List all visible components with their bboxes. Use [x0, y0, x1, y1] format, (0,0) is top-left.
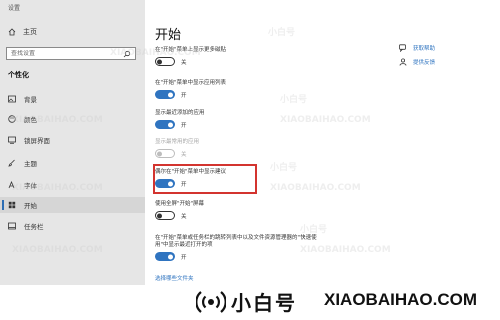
get-help-label: 获取帮助: [413, 46, 436, 52]
toggle-state-label: 开: [181, 181, 187, 188]
search-input[interactable]: [11, 50, 111, 57]
app-list-toggle[interactable]: [155, 90, 175, 99]
sidebar-item-taskbar[interactable]: 任务栏: [0, 218, 145, 234]
toggle-state-label: 开: [181, 92, 187, 99]
setting-description: 使用全屏"开始"屏幕: [155, 201, 205, 207]
brush-icon: [8, 159, 16, 167]
settings-main: 开始 在"开始"菜单上显示更多磁贴 关 在"开始"菜单中显示应用列表 开 显示最…: [145, 0, 500, 285]
toggle-knob: [157, 59, 162, 64]
more-tiles-toggle[interactable]: [155, 57, 175, 66]
setting-app-list: 在"开始"菜单中显示应用列表 开: [155, 80, 226, 99]
setting-recent-items: 在"开始"菜单或任务栏的跳转列表中以及文件资源管理器的"快速使 用"中显示最近打…: [155, 235, 317, 261]
sidebar-home-label: 主页: [23, 28, 37, 36]
recent-apps-toggle[interactable]: [155, 120, 175, 129]
image-icon: [8, 95, 16, 103]
toggle-knob: [168, 122, 173, 127]
sidebar-home[interactable]: 主页: [8, 25, 37, 39]
sidebar-item-lock-screen[interactable]: 锁屏界面: [0, 132, 145, 148]
toggle-knob: [168, 92, 173, 97]
taskbar-icon: [8, 222, 16, 230]
sidebar-item-background[interactable]: 背景: [0, 91, 145, 107]
search-box[interactable]: [6, 47, 136, 60]
signal-logo-icon: [195, 288, 227, 320]
get-help-link[interactable]: 获取帮助: [399, 44, 435, 52]
sidebar-item-start[interactable]: 开始: [0, 197, 145, 213]
setting-more-tiles: 在"开始"菜单上显示更多磁贴 关: [155, 47, 226, 66]
sidebar-item-colors[interactable]: 颜色: [0, 111, 145, 127]
active-indicator: [2, 200, 4, 210]
sidebar-item-label: 任务栏: [24, 223, 44, 231]
lock-screen-icon: [8, 136, 16, 144]
setting-description: 在"开始"菜单上显示更多磁贴: [155, 47, 227, 53]
toggle-knob: [157, 151, 162, 156]
start-icon: [8, 201, 16, 209]
setting-description-line2: 用"中显示最近打开的项: [155, 242, 213, 248]
toggle-knob: [157, 213, 162, 218]
help-chat-icon: [399, 44, 407, 52]
toggle-state-label: 关: [181, 59, 187, 66]
font-icon: [8, 181, 16, 189]
most-used-toggle: [155, 149, 175, 158]
feedback-person-icon: [399, 58, 407, 66]
palette-icon: [8, 115, 16, 123]
setting-suggestions: 偶尔在"开始"菜单中显示建议 开: [155, 169, 226, 188]
sidebar-item-label: 颜色: [24, 116, 37, 124]
home-icon: [8, 28, 16, 36]
search-icon[interactable]: [123, 50, 131, 58]
brand-name-cn: 小白号: [231, 291, 297, 315]
setting-description: 显示最常用的应用: [155, 139, 200, 145]
setting-description: 偶尔在"开始"菜单中显示建议: [155, 169, 227, 175]
brand-banner: 小白号 XIAOBAIHAO.COM: [0, 285, 500, 320]
toggle-state-label: 关: [181, 151, 187, 158]
setting-recent-apps: 显示最近添加的应用 开: [155, 110, 205, 129]
brand-name-en: XIAOBAIHAO.COM: [324, 290, 477, 309]
toggle-state-label: 开: [181, 254, 187, 261]
sidebar-item-label: 背景: [24, 96, 37, 104]
sidebar-item-label: 主题: [24, 160, 37, 168]
toggle-knob: [168, 181, 173, 186]
setting-most-used: 显示最常用的应用 关: [155, 139, 199, 158]
page-title: 开始: [155, 28, 182, 43]
full-screen-toggle[interactable]: [155, 211, 175, 220]
feedback-label: 提供反馈: [413, 60, 436, 66]
setting-full-screen: 使用全屏"开始"屏幕 关: [155, 201, 204, 220]
choose-folders-link[interactable]: 选择哪些文件夹: [155, 274, 194, 282]
suggestions-toggle[interactable]: [155, 179, 175, 188]
toggle-state-label: 关: [181, 213, 187, 220]
setting-description: 在"开始"菜单中显示应用列表: [155, 80, 227, 86]
sidebar-item-label: 锁屏界面: [24, 137, 50, 145]
sidebar-section-title: 个性化: [8, 71, 29, 79]
sidebar-item-fonts[interactable]: 字体: [0, 177, 145, 193]
setting-description: 显示最近添加的应用: [155, 110, 205, 116]
sidebar-item-themes[interactable]: 主题: [0, 155, 145, 171]
window-title: 设置: [8, 5, 21, 12]
setting-description-line1: 在"开始"菜单或任务栏的跳转列表中以及文件资源管理器的"快速使: [155, 235, 317, 241]
toggle-knob: [168, 254, 173, 259]
sidebar-item-label: 字体: [24, 182, 37, 190]
sidebar-item-label: 开始: [24, 202, 37, 210]
recent-items-toggle[interactable]: [155, 252, 175, 261]
settings-sidebar: 设置 主页 个性化 背景 颜色 锁屏界面 主题: [0, 0, 145, 320]
feedback-link[interactable]: 提供反馈: [399, 58, 435, 66]
toggle-state-label: 开: [181, 122, 187, 129]
